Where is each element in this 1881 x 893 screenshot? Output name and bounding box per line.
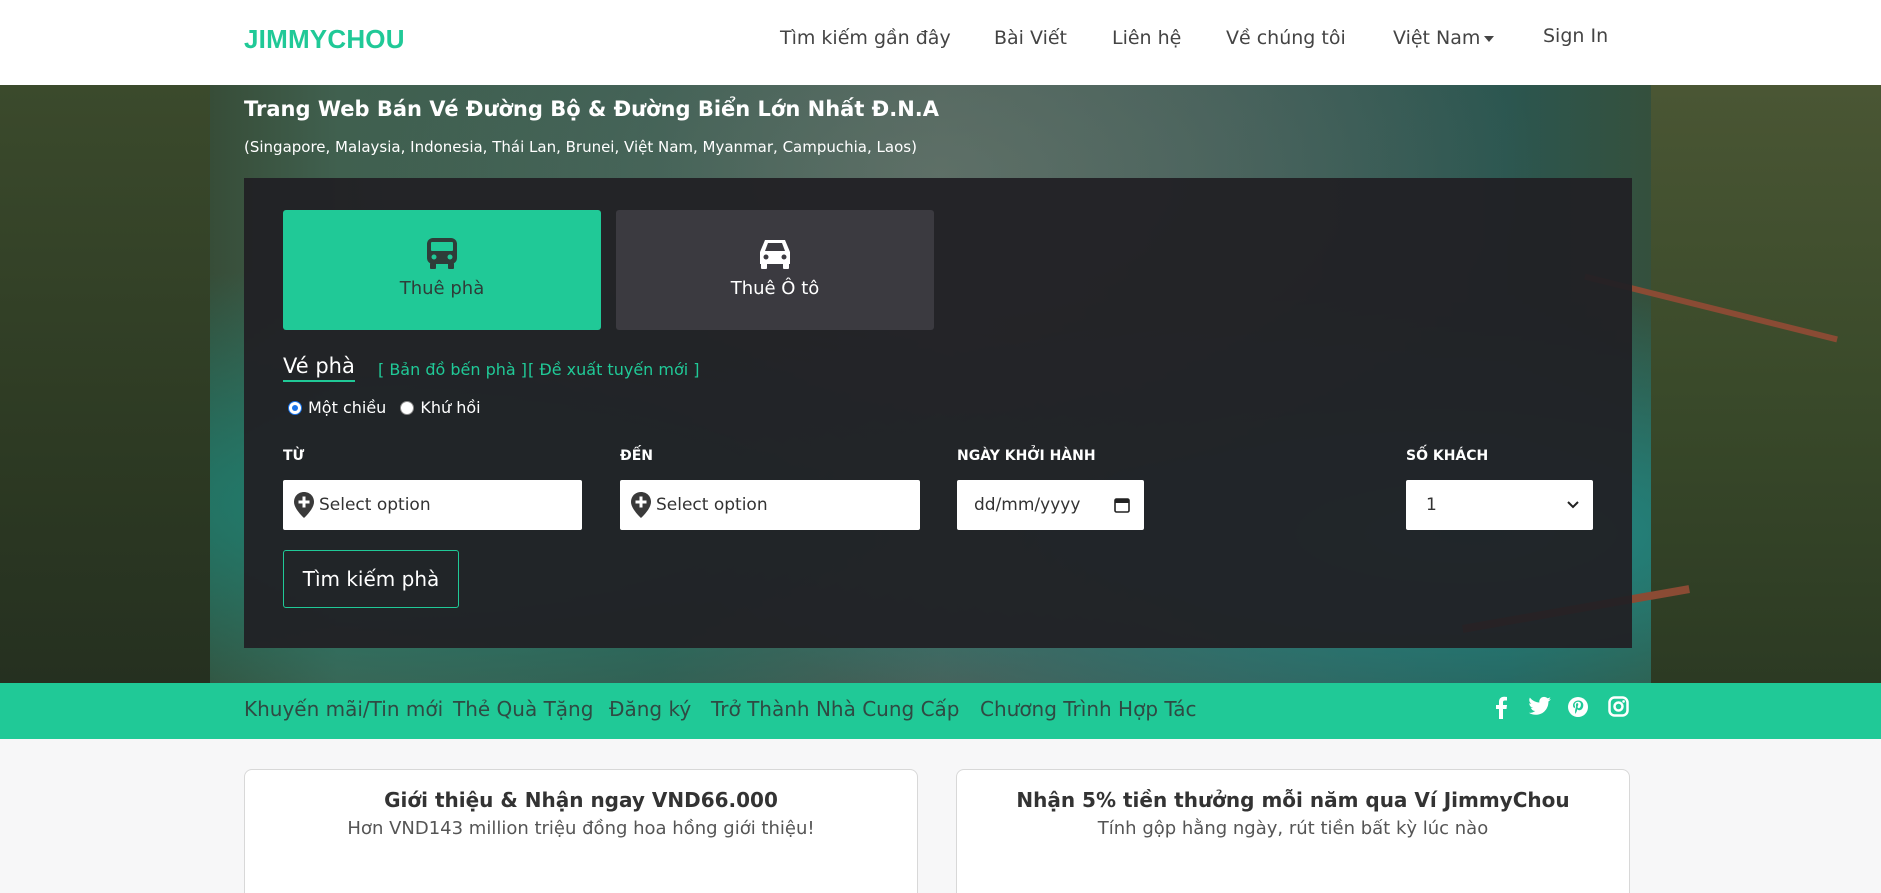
passengers-label: SỐ KHÁCH <box>1406 448 1489 464</box>
twitter-icon[interactable] <box>1528 696 1552 718</box>
sign-in-link[interactable]: Sign In <box>1543 25 1608 47</box>
hero-background-cliff-left <box>0 85 210 683</box>
promo-link-partnership[interactable]: Chương Trình Hợp Tác <box>980 697 1197 721</box>
referral-card-text: Hơn VND143 million triệu đồng hoa hồng g… <box>347 818 815 839</box>
calendar-icon[interactable] <box>1114 497 1130 513</box>
instagram-icon[interactable] <box>1608 696 1629 717</box>
car-mode-label: Thuê Ô tô <box>730 278 820 299</box>
hero-title: Trang Web Bán Vé Đường Bộ & Đường Biển L… <box>244 97 940 121</box>
departure-date-input[interactable]: dd/mm/yyyy <box>957 480 1144 530</box>
passengers-value: 1 <box>1426 495 1437 515</box>
round-trip-label[interactable]: Khứ hồi <box>420 398 480 417</box>
passengers-select[interactable]: 1 <box>1406 480 1593 530</box>
facebook-icon[interactable] <box>1493 696 1509 720</box>
one-way-radio[interactable] <box>288 400 302 415</box>
promo-link-register[interactable]: Đăng ký <box>609 697 691 721</box>
search-ferry-button[interactable]: Tìm kiếm phà <box>283 550 459 608</box>
car-mode-button[interactable]: Thuê Ô tô <box>616 210 934 330</box>
brand-logo[interactable]: JIMMYCHOU <box>244 24 405 55</box>
date-label: NGÀY KHỞI HÀNH <box>957 448 1096 464</box>
bus-icon <box>427 238 457 269</box>
round-trip-radio[interactable] <box>400 400 415 415</box>
caret-down-icon <box>1484 35 1495 42</box>
promo-link-news[interactable]: Khuyến mãi/Tin mới <box>244 697 443 721</box>
suggest-route-link[interactable]: [ Đề xuất tuyến mới ] <box>528 360 700 379</box>
nav-recent-searches[interactable]: Tìm kiếm gần đây <box>780 27 951 49</box>
map-pin-plus-icon <box>631 492 651 518</box>
ferry-mode-button[interactable]: Thuê phà <box>283 210 601 330</box>
promo-link-gift-card[interactable]: Thẻ Quà Tặng <box>453 697 593 721</box>
from-select[interactable]: Select option <box>283 480 582 530</box>
search-panel: Thuê phà Thuê Ô tô Vé phà [ Bản đồ bến p… <box>244 178 1632 648</box>
chevron-down-icon <box>1567 501 1579 509</box>
to-select[interactable]: Select option <box>620 480 920 530</box>
car-icon <box>760 240 790 269</box>
date-placeholder: dd/mm/yyyy <box>974 495 1081 515</box>
one-way-label[interactable]: Một chiều <box>308 398 386 417</box>
from-label: TỪ <box>283 448 305 464</box>
navbar: JIMMYCHOU Tìm kiếm gần đây Bài Viết Liên… <box>0 0 1881 85</box>
pinterest-icon[interactable] <box>1567 696 1589 718</box>
referral-card[interactable]: Giới thiệu & Nhận ngay VND66.000 Hơn VND… <box>244 769 918 893</box>
ferry-map-link[interactable]: [ Bản đồ bến phà ] <box>378 360 527 379</box>
wallet-card[interactable]: Nhận 5% tiền thưởng mỗi năm qua Ví Jimmy… <box>956 769 1630 893</box>
hero-subtitle: (Singapore, Malaysia, Indonesia, Thái La… <box>244 138 917 156</box>
promo-link-become-supplier[interactable]: Trở Thành Nhà Cung Cấp <box>711 697 960 721</box>
nav-articles[interactable]: Bài Viết <box>994 27 1067 49</box>
referral-card-title: Giới thiệu & Nhận ngay VND66.000 <box>384 788 778 812</box>
nav-country-dropdown[interactable]: Việt Nam <box>1393 27 1495 49</box>
wallet-card-text: Tính gộp hằng ngày, rút tiền bất kỳ lúc … <box>1097 818 1489 839</box>
trip-type-group: Một chiều Khứ hồi <box>288 398 481 417</box>
from-select-value: Select option <box>319 495 431 515</box>
to-select-value: Select option <box>656 495 768 515</box>
nav-contact[interactable]: Liên hệ <box>1112 27 1181 49</box>
ferry-mode-label: Thuê phà <box>399 278 485 299</box>
hero-section: Trang Web Bán Vé Đường Bộ & Đường Biển L… <box>0 85 1881 683</box>
wallet-card-title: Nhận 5% tiền thưởng mỗi năm qua Ví Jimmy… <box>1016 788 1570 812</box>
map-pin-plus-icon <box>294 492 314 518</box>
to-label: ĐẾN <box>620 448 654 464</box>
nav-country-label: Việt Nam <box>1393 27 1481 49</box>
nav-about[interactable]: Về chúng tôi <box>1226 27 1346 49</box>
promo-bar: Khuyến mãi/Tin mới Thẻ Quà Tặng Đăng ký … <box>0 683 1881 739</box>
tab-ferry-ticket[interactable]: Vé phà <box>283 354 355 382</box>
